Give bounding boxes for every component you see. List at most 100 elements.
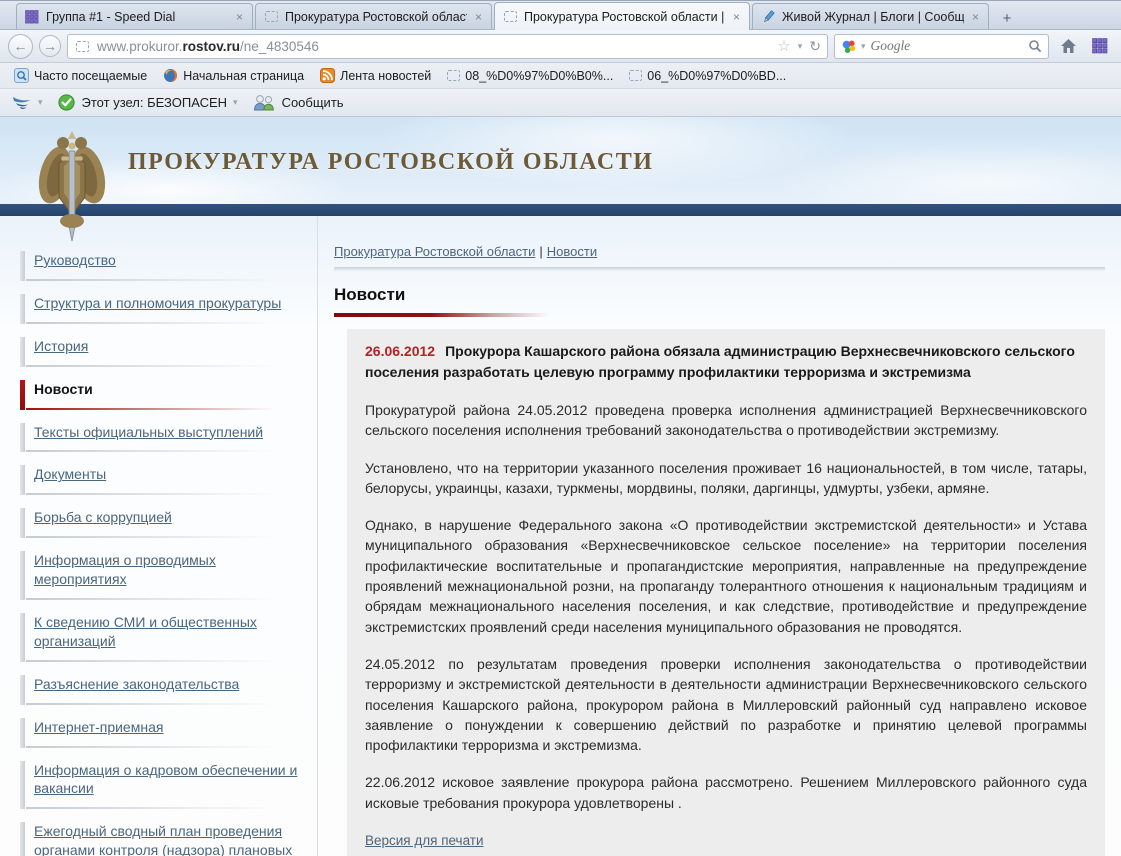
sidebar-item-smi: К сведению СМИ и общественных организаци… <box>20 608 303 664</box>
rss-icon <box>320 68 335 83</box>
tab-bar: Группа #1 - Speed Dial × Прокуратура Рос… <box>0 0 1121 30</box>
bookmark-star-icon[interactable]: ☆ <box>777 37 790 55</box>
tab-livejournal[interactable]: Живой Журнал | Блоги | Сообщест... × <box>752 3 989 29</box>
tab-close-icon[interactable]: × <box>473 10 484 24</box>
default-favicon <box>447 70 460 81</box>
sidebar-menu: Руководство Структура и полномочия проку… <box>0 216 318 856</box>
back-button[interactable]: ← <box>8 34 33 59</box>
sidebar-link[interactable]: Тексты официальных выступлений <box>34 423 299 442</box>
bookmark-label: Часто посещаемые <box>34 69 147 83</box>
bookmark-frequent[interactable]: Часто посещаемые <box>8 66 153 85</box>
webpage: ПРОКУРАТУРА РОСТОВСКОЙ ОБЛАСТИ <box>0 117 1121 856</box>
sidebar-link[interactable]: Ежегодный сводный план проведения органа… <box>34 822 299 856</box>
sidebar-link[interactable]: К сведению СМИ и общественных организаци… <box>34 613 299 651</box>
site-safety-label: Этот узел: БЕЗОПАСЕН <box>82 95 228 110</box>
tab-speed-dial[interactable]: Группа #1 - Speed Dial × <box>16 3 253 29</box>
news-article: 26.06.2012Прокурора Кашарского района об… <box>347 329 1105 856</box>
search-bar[interactable]: ▾ <box>834 34 1049 59</box>
google-logo-icon[interactable] <box>841 39 856 54</box>
tab-title: Группа #1 - Speed Dial <box>46 10 228 24</box>
forward-button[interactable]: → <box>39 35 61 57</box>
prosecutor-emblem-icon <box>32 129 112 244</box>
sidebar-item-kadry: Информация о кадровом обеспечении и вака… <box>20 756 303 812</box>
sidebar-link[interactable]: Интернет-приемная <box>34 718 299 737</box>
speed-dial-grid-icon <box>24 9 40 25</box>
bookmark-label: 06_%D0%97%D0%BD... <box>647 69 786 83</box>
tab-prokuratura-active[interactable]: Прокуратура Ростовской области | ... × <box>494 2 750 30</box>
tab-close-icon[interactable]: × <box>731 10 742 24</box>
sidebar-link[interactable]: История <box>34 337 299 356</box>
page-favicon <box>74 38 90 54</box>
address-bar[interactable]: www.prokuror.rostov.ru/ne_4830546 ☆ ▾ ↻ <box>67 34 828 59</box>
bookmark-encoded-08[interactable]: 08_%D0%97%D0%B0%... <box>441 67 619 85</box>
site-safety-status[interactable]: Этот узел: БЕЗОПАСЕН ▾ <box>53 92 242 113</box>
sidebar-link[interactable]: Документы <box>34 465 299 484</box>
breadcrumb-home-link[interactable]: Прокуратура Ростовской области <box>334 244 535 259</box>
new-tab-button[interactable]: + <box>994 7 1020 29</box>
navigation-toolbar: ← → www.prokuror.rostov.ru/ne_4830546 ☆ … <box>0 30 1121 63</box>
tab-title: Живой Журнал | Блоги | Сообщест... <box>782 10 964 24</box>
breadcrumb: Прокуратура Ростовской области | Новости <box>334 244 1105 259</box>
sidebar-link[interactable]: Разъяснение законодательства <box>34 675 299 694</box>
sidebar-item-priemnaya: Интернет-приемная <box>20 713 303 750</box>
search-magnifier-icon[interactable] <box>1028 39 1042 53</box>
article-paragraph: 24.05.2012 по результатам проведения про… <box>365 654 1087 755</box>
search-input[interactable] <box>871 38 1023 54</box>
antivirus-menu[interactable]: ▾ <box>8 94 47 112</box>
article-date: 26.06.2012 <box>365 343 435 359</box>
breadcrumb-divider <box>334 267 1105 271</box>
antivirus-icon <box>12 95 32 111</box>
site-title: ПРОКУРАТУРА РОСТОВСКОЙ ОБЛАСТИ <box>128 149 653 176</box>
tab-close-icon[interactable]: × <box>234 10 245 24</box>
report-site-button[interactable]: Сообщить <box>248 93 348 112</box>
tab-title: Прокуратура Ростовской области | ... <box>524 10 725 24</box>
antivirus-dropdown-icon[interactable]: ▾ <box>38 97 43 108</box>
sidebar-link[interactable]: Борьба с коррупцией <box>34 508 299 527</box>
tab-title: Прокуратура Ростовской области | ... <box>285 10 467 24</box>
sidebar-link[interactable]: Информация о кадровом обеспечении и вака… <box>34 761 299 799</box>
bookmark-news-feed[interactable]: Лента новостей <box>314 66 437 85</box>
default-favicon <box>629 70 642 81</box>
sidebar-item-dokumenty: Документы <box>20 460 303 497</box>
reload-icon[interactable]: ↻ <box>809 38 821 55</box>
urlbar-dropdown-icon[interactable]: ▾ <box>798 41 803 52</box>
sidebar-item-istoriya: История <box>20 332 303 369</box>
sidebar-link[interactable]: Структура и полномочия прокуратуры <box>34 294 299 313</box>
sidebar-item-plan-proverok: Ежегодный сводный план проведения органа… <box>20 817 303 856</box>
bookmark-home-page[interactable]: Начальная страница <box>157 66 310 85</box>
bookmark-label: Начальная страница <box>183 69 304 83</box>
people-icon <box>252 94 276 111</box>
speed-dial-button[interactable] <box>1087 34 1113 59</box>
sidebar-link[interactable]: Новости <box>34 380 299 399</box>
search-engine-dropdown-icon[interactable]: ▾ <box>861 41 866 52</box>
tab-close-icon[interactable]: × <box>970 10 981 24</box>
tab-prokuratura-1[interactable]: Прокуратура Ростовской области | ... × <box>255 3 492 29</box>
breadcrumb-current-link[interactable]: Новости <box>547 244 597 259</box>
sidebar-item-teksty: Тексты официальных выступлений <box>20 418 303 455</box>
report-label: Сообщить <box>282 95 344 110</box>
title-accent-line <box>334 313 549 317</box>
safe-check-icon <box>57 93 76 112</box>
sidebar-link[interactable]: Информация о проводимых мероприятиях <box>34 551 299 589</box>
article-paragraph: Однако, в нарушение Федерального закона … <box>365 515 1087 637</box>
frequent-sites-icon <box>14 68 29 83</box>
main-content: Прокуратура Ростовской области | Новости Н… <box>318 216 1121 856</box>
breadcrumb-separator: | <box>539 244 542 259</box>
security-toolbar: ▾ Этот узел: БЕЗОПАСЕН ▾ Сообщить <box>0 89 1121 117</box>
site-banner: ПРОКУРАТУРА РОСТОВСКОЙ ОБЛАСТИ <box>0 117 1121 204</box>
safety-dropdown-icon[interactable]: ▾ <box>233 97 238 108</box>
default-favicon <box>502 9 518 25</box>
url-text[interactable]: www.prokuror.rostov.ru/ne_4830546 <box>97 39 770 54</box>
bookmark-label: 08_%D0%97%D0%B0%... <box>465 69 613 83</box>
sidebar-item-novosti-active: Новости <box>20 375 303 412</box>
home-button[interactable] <box>1055 34 1081 59</box>
sidebar-item-meropriyatiya: Информация о проводимых мероприятиях <box>20 546 303 602</box>
browser-window: Группа #1 - Speed Dial × Прокуратура Рос… <box>0 0 1121 856</box>
sidebar-item-rukovodstvo: Руководство <box>20 246 303 283</box>
firefox-icon <box>163 68 178 83</box>
bookmark-encoded-06[interactable]: 06_%D0%97%D0%BD... <box>623 67 792 85</box>
sidebar-link[interactable]: Руководство <box>34 251 299 270</box>
bookmark-label: Лента новостей <box>340 69 431 83</box>
print-version-link[interactable]: Версия для печати <box>365 833 484 848</box>
sidebar-item-struktura: Структура и полномочия прокуратуры <box>20 289 303 326</box>
